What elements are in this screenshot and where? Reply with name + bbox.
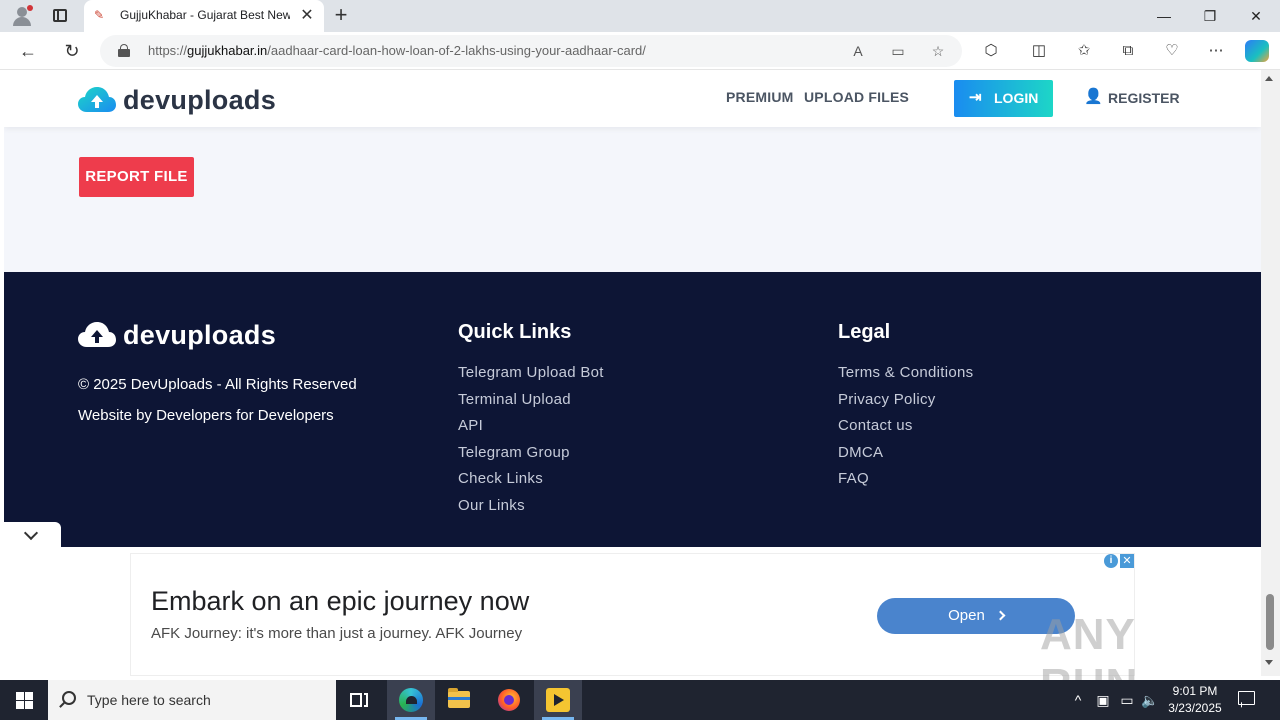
tray-chevron-up-icon[interactable]: ^	[1069, 690, 1087, 710]
footer-link-dmca[interactable]: DMCA	[838, 444, 973, 471]
search-icon	[62, 691, 76, 705]
ad-headline[interactable]: Embark on an epic journey now	[151, 586, 529, 618]
nav-upload-files[interactable]: UPLOAD FILES	[804, 89, 909, 107]
logo-wordmark: devuploads	[123, 85, 277, 115]
footer-link-faq[interactable]: FAQ	[838, 470, 973, 497]
login-arrow-icon: ⇥	[969, 89, 982, 106]
ad-close-icon[interactable]: ✕	[1120, 554, 1134, 568]
footer-link-our-links[interactable]: Our Links	[458, 497, 604, 524]
firefox-icon	[498, 689, 520, 711]
page-scrollbar[interactable]	[1261, 70, 1280, 676]
cloud-upload-icon	[78, 322, 116, 347]
url-text[interactable]: https://gujjukhabar.in/aadhaar-card-loan…	[148, 43, 788, 59]
taskbar-edge[interactable]	[387, 680, 435, 720]
favorites-icon[interactable]: ✩	[1073, 41, 1095, 61]
site-logo[interactable]: devuploads	[78, 85, 288, 115]
split-screen-icon[interactable]: ◫	[1028, 41, 1050, 61]
collapse-ad-button[interactable]	[4, 522, 61, 548]
close-window-icon[interactable]: ✕	[1238, 4, 1274, 28]
extensions-icon[interactable]: ⬡	[980, 41, 1002, 61]
search-placeholder: Type here to search	[87, 692, 211, 708]
address-bar[interactable]: https://gujjukhabar.in/aadhaar-card-loan…	[100, 35, 962, 67]
scroll-up-icon[interactable]	[1265, 76, 1273, 81]
collections-icon[interactable]: ⧉	[1117, 41, 1139, 61]
active-tab[interactable]: ✎ GujjuKhabar - Gujarat Best News ✕	[84, 0, 324, 32]
taskbar-media-player[interactable]	[534, 680, 582, 720]
windows-start-icon[interactable]	[0, 680, 48, 720]
byline-text: Website by Developers for Developers	[78, 407, 334, 424]
browser-essentials-icon[interactable]: ♡	[1161, 41, 1183, 61]
scroll-thumb[interactable]	[1266, 594, 1274, 650]
edge-icon	[399, 688, 423, 712]
adchoices-icon[interactable]: i	[1104, 554, 1118, 568]
footer-link-api[interactable]: API	[458, 417, 604, 444]
news-favicon-icon: ✎	[94, 8, 105, 22]
clock-date: 3/23/2025	[1168, 701, 1222, 715]
new-tab-icon[interactable]: +	[330, 4, 352, 26]
volume-icon[interactable]: 🔈	[1141, 690, 1159, 710]
quick-links-title: Quick Links	[458, 321, 572, 343]
footer-link-check-links[interactable]: Check Links	[458, 470, 604, 497]
media-player-icon	[546, 688, 570, 712]
lock-icon[interactable]	[118, 44, 130, 57]
clock-time: 9:01 PM	[1172, 684, 1218, 698]
user-plus-icon: 👤	[1084, 88, 1103, 105]
legal-list: Terms & Conditions Privacy Policy Contac…	[838, 364, 973, 497]
network-icon[interactable]: ▭	[1118, 690, 1136, 710]
back-icon[interactable]: ←	[17, 40, 39, 62]
close-tab-icon[interactable]: ✕	[298, 7, 316, 25]
favorite-star-icon[interactable]: ☆	[928, 42, 948, 60]
refresh-icon[interactable]: ↻	[61, 40, 83, 62]
scroll-down-icon[interactable]	[1265, 660, 1273, 665]
web-page: devuploads PREMIUM UPLOAD FILES ⇥ LOGIN …	[4, 70, 1261, 547]
ad-subtext[interactable]: AFK Journey: it's more than just a journ…	[151, 625, 522, 645]
site-footer: devuploads © 2025 DevUploads - All Right…	[4, 272, 1261, 547]
copilot-icon[interactable]	[1245, 40, 1269, 62]
footer-link-privacy[interactable]: Privacy Policy	[838, 391, 973, 418]
more-menu-icon[interactable]: ⋯	[1205, 41, 1227, 61]
footer-link-contact[interactable]: Contact us	[838, 417, 973, 444]
read-aloud-icon[interactable]: A	[848, 42, 868, 60]
taskbar-search[interactable]: Type here to search	[48, 680, 336, 720]
browser-toolbar: ← ↻ https://gujjukhabar.in/aadhaar-card-…	[0, 32, 1280, 70]
footer-logo-wordmark: devuploads	[123, 320, 277, 350]
legal-title: Legal	[838, 321, 891, 343]
taskbar: Type here to search ^ ▣ ▭ 🔈 9:01 PM 3/23…	[0, 680, 1280, 720]
site-header: devuploads PREMIUM UPLOAD FILES ⇥ LOGIN …	[4, 70, 1261, 127]
ad-banner[interactable]: Embark on an epic journey now AFK Journe…	[130, 553, 1135, 676]
profile-icon[interactable]	[10, 5, 34, 27]
footer-link-terms[interactable]: Terms & Conditions	[838, 364, 973, 391]
immersive-reader-icon[interactable]: ▭	[888, 42, 908, 60]
restore-icon[interactable]: ❐	[1192, 4, 1228, 28]
copyright-text: © 2025 DevUploads - All Rights Reserved	[78, 376, 357, 393]
nav-premium[interactable]: PREMIUM	[726, 89, 794, 107]
screen: ✎ GujjuKhabar - Gujarat Best News ✕ + — …	[0, 0, 1280, 720]
tab-title: GujjuKhabar - Gujarat Best News	[120, 8, 290, 22]
footer-logo[interactable]: devuploads	[78, 320, 288, 350]
chevron-down-icon	[23, 525, 39, 541]
minimize-icon[interactable]: —	[1146, 4, 1182, 28]
anyrun-watermark: ANY RUN	[1040, 610, 1137, 709]
taskbar-file-explorer[interactable]	[435, 680, 483, 720]
chevron-right-icon	[995, 610, 1006, 621]
quick-links-list: Telegram Upload Bot Terminal Upload API …	[458, 364, 604, 524]
task-view-icon[interactable]	[350, 690, 370, 710]
login-button[interactable]: ⇥ LOGIN	[954, 80, 1053, 117]
tray-app-icon[interactable]: ▣	[1094, 690, 1112, 710]
tab-strip: ✎ GujjuKhabar - Gujarat Best News ✕ + — …	[0, 0, 1280, 32]
register-link[interactable]: 👤 REGISTER	[1084, 88, 1184, 108]
taskbar-firefox[interactable]	[485, 680, 533, 720]
footer-link-terminal-upload[interactable]: Terminal Upload	[458, 391, 604, 418]
cloud-upload-icon	[78, 87, 116, 112]
system-clock[interactable]: 9:01 PM 3/23/2025	[1160, 683, 1230, 717]
tab-actions-icon[interactable]	[50, 6, 70, 26]
footer-link-telegram-upload-bot[interactable]: Telegram Upload Bot	[458, 364, 604, 391]
report-file-button[interactable]: REPORT FILE	[79, 157, 194, 197]
notification-icon[interactable]	[1236, 690, 1258, 712]
folder-icon	[448, 688, 470, 708]
footer-link-telegram-group[interactable]: Telegram Group	[458, 444, 604, 471]
